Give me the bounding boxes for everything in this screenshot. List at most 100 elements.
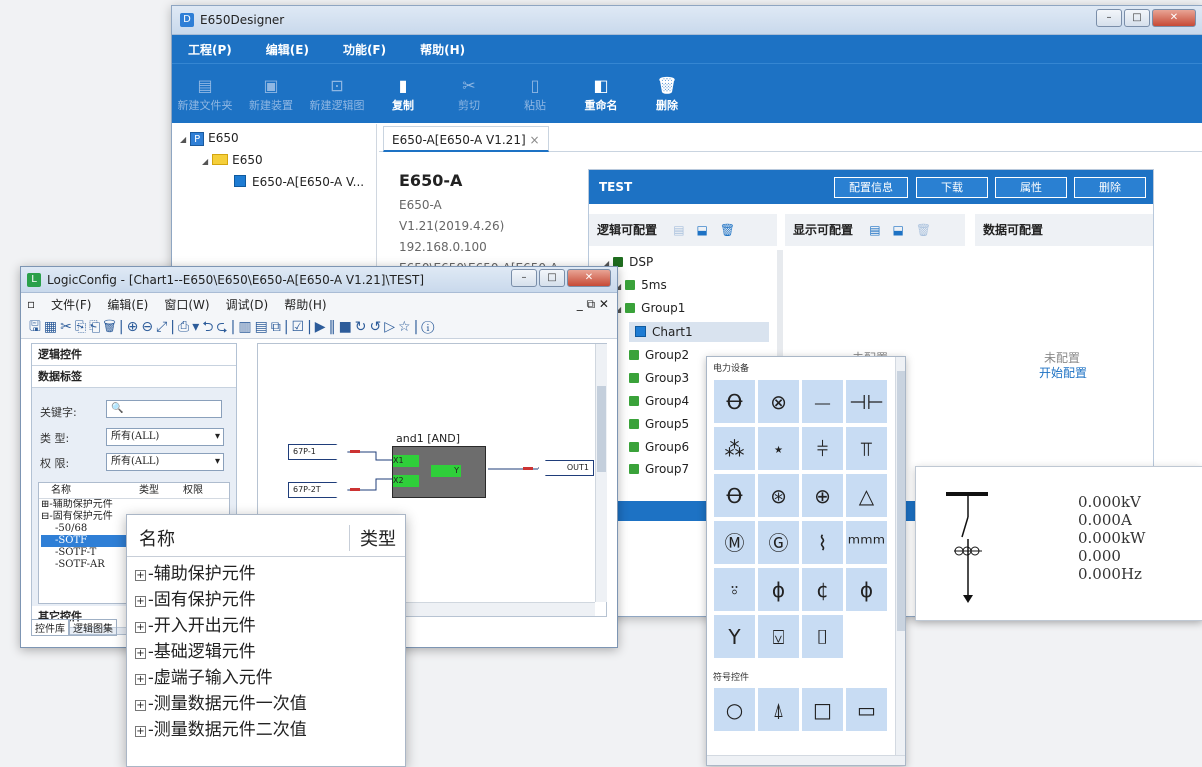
import-icon[interactable]: ⬓: [697, 223, 708, 237]
edit-icon[interactable]: ▤: [673, 223, 684, 237]
palette-symbol[interactable]: △: [845, 473, 888, 518]
zoom-item[interactable]: + -测量数据元件二次值: [127, 717, 405, 743]
start-config-link[interactable]: 开始配置: [1039, 364, 1087, 381]
palette-symbol[interactable]: Ꝋ: [713, 473, 756, 518]
tab-control-library[interactable]: 控件库: [31, 619, 69, 636]
download-button[interactable]: 下载: [916, 177, 988, 198]
gate-input-x2[interactable]: X2: [393, 475, 419, 487]
type-select[interactable]: 所有(ALL) ▾: [106, 428, 224, 446]
palette-symbol[interactable]: ⁂: [713, 426, 756, 471]
tree-group3[interactable]: Group3: [629, 368, 689, 388]
new-device-button[interactable]: ▣ 新建装置: [238, 75, 304, 113]
data-tags-header[interactable]: 数据标签: [32, 366, 236, 388]
new-folder-button[interactable]: ▤ 新建文件夹: [172, 75, 238, 113]
config-info-button[interactable]: 配置信息: [834, 177, 908, 198]
palette-symbol[interactable]: Y: [713, 614, 756, 659]
keyword-input[interactable]: 🔍: [106, 400, 222, 418]
palette-symbol[interactable]: ⫪: [845, 426, 888, 471]
logic-menu-edit[interactable]: 编辑(E): [107, 296, 148, 313]
tab-device[interactable]: E650-A[E650-A V1.21] ×: [383, 126, 549, 152]
logic-controls-header[interactable]: 逻辑控件: [32, 344, 236, 366]
gate-output-y[interactable]: Y: [431, 465, 461, 477]
logic-menu-window[interactable]: 窗口(W): [164, 296, 209, 313]
palette-symbol[interactable]: ○: [713, 687, 756, 732]
tree-5ms[interactable]: ◢ 5ms: [615, 275, 667, 295]
close-button[interactable]: ✕: [1152, 9, 1196, 27]
tree-chart1[interactable]: Chart1: [629, 322, 769, 342]
palette-symbol[interactable]: ⍤: [713, 567, 756, 612]
display-trash-icon[interactable]: 🗑: [916, 223, 931, 237]
new-logic-button[interactable]: ⊡ 新建逻辑图: [304, 75, 370, 113]
palette-symbol[interactable]: ¢: [801, 567, 844, 612]
palette-symbol[interactable]: ϕ: [757, 567, 800, 612]
tree-group5[interactable]: Group5: [629, 414, 689, 434]
logic-close-button[interactable]: ✕: [567, 269, 611, 287]
palette-symbol[interactable]: ᵐᵐᵐ: [845, 520, 888, 565]
mdi-controls[interactable]: _ ⧉ ✕: [577, 297, 609, 312]
display-edit-icon[interactable]: ▤: [869, 223, 880, 237]
palette-symbol[interactable]: ⋆: [757, 426, 800, 471]
logic-minimize-button[interactable]: –: [511, 269, 537, 287]
palette-scroll-thumb[interactable]: [897, 371, 905, 631]
tab-logic-charts[interactable]: 逻辑图集: [69, 619, 117, 636]
logic-toolbar[interactable]: 🖫▦✂⎘⎗🗑|⊕⊖⤢|⎙▾⮌⮎|▥▤⧉|☑|▶‖■↻↺▷☆|ⓘ: [21, 315, 617, 339]
canvas-vscroll-thumb[interactable]: [597, 386, 606, 472]
tree-group7[interactable]: Group7: [629, 459, 689, 479]
copy-button[interactable]: ▮ 复制: [370, 75, 436, 113]
palette-symbol[interactable]: ⊕: [801, 473, 844, 518]
zoom-item[interactable]: + -开入开出元件: [127, 613, 405, 639]
zoom-item[interactable]: + -辅助保护元件: [127, 561, 405, 587]
menu-function[interactable]: 功能(F): [327, 41, 404, 58]
list-item[interactable]: ⊞-辅助保护元件: [41, 499, 229, 511]
palette-symbol[interactable]: Ⓖ: [757, 520, 800, 565]
logic-menu-file[interactable]: 文件(F): [51, 296, 91, 313]
gate-input-x1[interactable]: X1: [393, 455, 419, 467]
delete-button[interactable]: 🗑 删除: [634, 75, 700, 113]
permission-select[interactable]: 所有(ALL) ▾: [106, 453, 224, 471]
palette-symbol[interactable]: ▭: [845, 687, 888, 732]
cut-button[interactable]: ✂ 剪切: [436, 75, 502, 113]
palette-symbol[interactable]: ⊛: [757, 473, 800, 518]
zoom-item[interactable]: + -测量数据元件一次值: [127, 691, 405, 717]
palette-symbol[interactable]: ⍋: [757, 687, 800, 732]
zoom-item[interactable]: + -基础逻辑元件: [127, 639, 405, 665]
properties-button[interactable]: 属性: [995, 177, 1067, 198]
paste-button[interactable]: ▯ 粘贴: [502, 75, 568, 113]
minimize-button[interactable]: –: [1096, 9, 1122, 27]
palette-symbol[interactable]: ⌇: [801, 520, 844, 565]
tree-group2[interactable]: Group2: [629, 345, 689, 365]
palette-symbol[interactable]: ϕ: [845, 567, 888, 612]
tree-group1[interactable]: ◢ Group1: [615, 298, 685, 318]
display-import-icon[interactable]: ⬓: [893, 223, 904, 237]
palette-symbol[interactable]: ⏤: [801, 379, 844, 424]
tree-group4[interactable]: Group4: [629, 391, 689, 411]
panel-delete-button[interactable]: 删除: [1074, 177, 1146, 198]
logic-menu-help[interactable]: 帮助(H): [284, 296, 326, 313]
palette-symbol[interactable]: ⫩: [801, 426, 844, 471]
rename-button[interactable]: ◧ 重命名: [568, 75, 634, 113]
tree-device[interactable]: E650-A[E650-A V...: [234, 172, 364, 192]
canvas-vscroll[interactable]: [595, 344, 607, 602]
tree-root[interactable]: ◢ P E650: [180, 128, 239, 148]
trash-icon[interactable]: 🗑: [720, 223, 735, 237]
menu-edit[interactable]: 编辑(E): [250, 41, 327, 58]
menu-project[interactable]: 工程(P): [172, 41, 250, 58]
palette-symbol[interactable]: □: [801, 687, 844, 732]
tab-close-icon[interactable]: ×: [529, 133, 539, 147]
logic-menu-debug[interactable]: 调试(D): [226, 296, 269, 313]
palette-symbol[interactable]: Ꝋ: [713, 379, 756, 424]
output-port[interactable]: OUT1: [538, 460, 594, 476]
palette-symbol[interactable]: ⊗: [757, 379, 800, 424]
maximize-button[interactable]: □: [1124, 9, 1150, 27]
palette-scrollbar[interactable]: [895, 357, 905, 755]
menu-help[interactable]: 帮助(H): [404, 41, 483, 58]
and-gate[interactable]: X1 X2 Y: [392, 446, 486, 498]
palette-symbol[interactable]: ⍌: [757, 614, 800, 659]
palette-symbol[interactable]: ⌷: [801, 614, 844, 659]
palette-symbol[interactable]: ⊣⊢: [845, 379, 888, 424]
zoom-item[interactable]: + -固有保护元件: [127, 587, 405, 613]
zoom-item[interactable]: + -虚端子输入元件: [127, 665, 405, 691]
palette-symbol[interactable]: [845, 614, 888, 659]
tree-group6[interactable]: Group6: [629, 437, 689, 457]
palette-hscrollbar[interactable]: [707, 755, 905, 765]
